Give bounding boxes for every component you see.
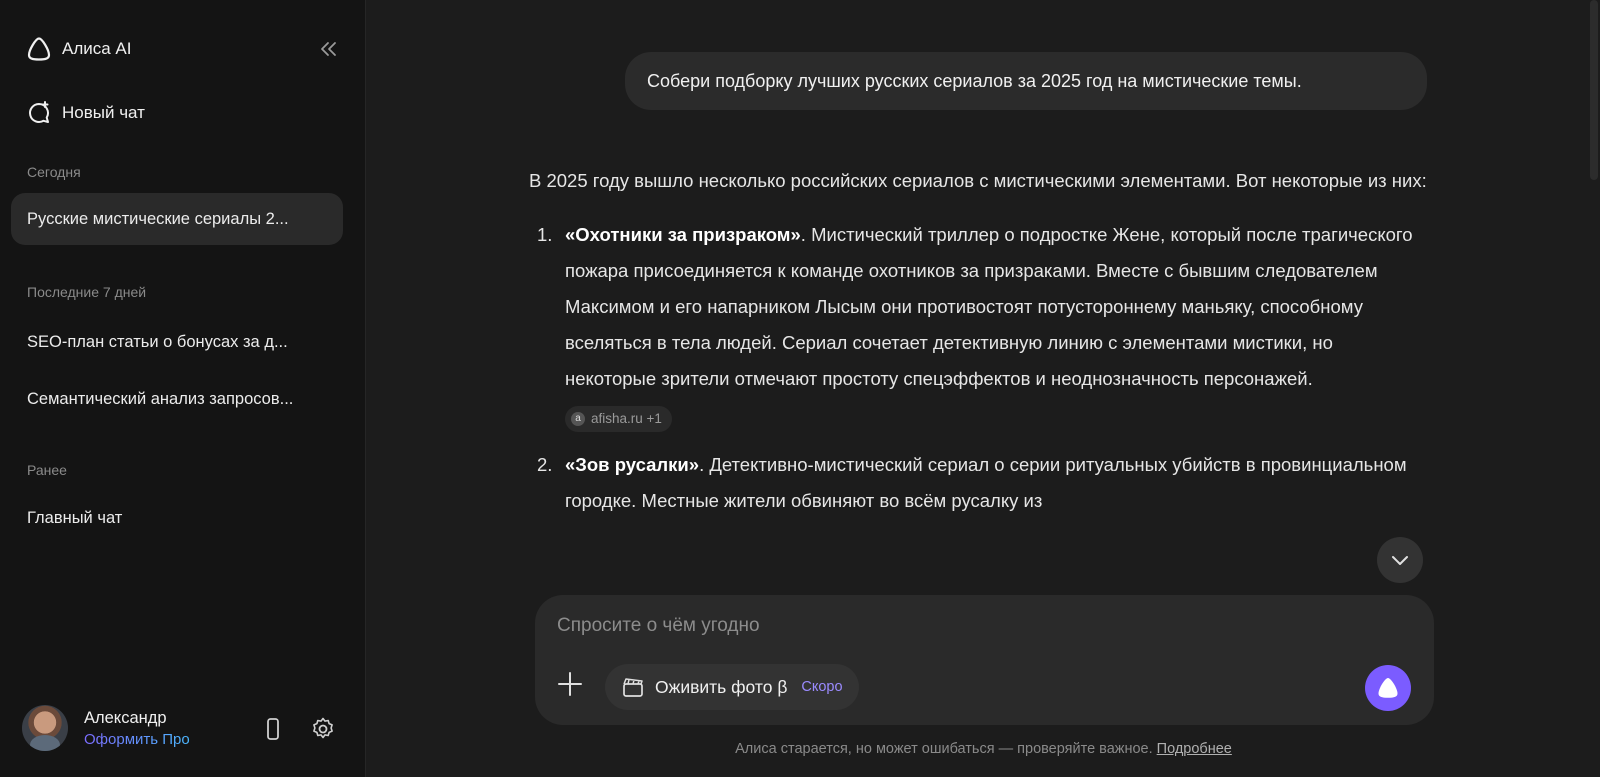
sidebar: Алиса AI Новый чат Сегодня Русские мисти… <box>0 0 366 777</box>
brand-name: Алиса AI <box>62 39 132 58</box>
chat-item-label: Русские мистические сериалы 2... <box>27 209 289 228</box>
list-item: 1. «Охотники за призраком». Мистический … <box>529 217 1429 433</box>
new-chat-icon <box>29 101 49 123</box>
avatar[interactable] <box>22 705 68 751</box>
source-chip[interactable]: a afisha.ru +1 <box>565 406 672 432</box>
disclaimer-text: Алиса старается, но может ошибаться — пр… <box>735 741 1153 757</box>
section-title-today: Сегодня <box>27 164 81 180</box>
assistant-answer: В 2025 году вышло несколько российских с… <box>529 163 1429 533</box>
disclaimer: Алиса старается, но может ошибаться — пр… <box>367 741 1600 757</box>
message-composer: Оживить фото β Скоро <box>535 595 1434 725</box>
answer-list: 1. «Охотники за призраком». Мистический … <box>529 217 1429 519</box>
scroll-down-button[interactable] <box>1377 537 1423 583</box>
user-message-text: Собери подборку лучших русских сериалов … <box>647 70 1302 91</box>
upgrade-pro-link[interactable]: Оформить Про <box>84 731 190 748</box>
clapperboard-icon <box>623 678 643 697</box>
alice-logo-icon <box>27 37 51 61</box>
scrollbar[interactable] <box>1590 0 1598 180</box>
attach-plus-icon[interactable] <box>555 669 585 699</box>
user-message: Собери подборку лучших русских сериалов … <box>625 52 1427 110</box>
section-title-earlier: Ранее <box>27 462 67 478</box>
chat-main: Собери подборку лучших русских сериалов … <box>367 0 1600 777</box>
more-info-link[interactable]: Подробнее <box>1157 741 1232 757</box>
chat-item[interactable]: Семантический анализ запросов... <box>11 373 343 425</box>
chat-item-label: SEO-план статьи о бонусах за д... <box>27 332 288 351</box>
list-item-title: «Охотники за призраком» <box>565 224 801 245</box>
settings-gear-icon[interactable] <box>310 716 336 742</box>
coming-soon-badge: Скоро <box>801 679 843 695</box>
list-item-number: 1. <box>537 224 553 245</box>
animate-photo-button[interactable]: Оживить фото β Скоро <box>605 664 859 710</box>
list-item-title: «Зов русалки» <box>565 454 700 475</box>
section-title-last-7-days: Последние 7 дней <box>27 284 147 300</box>
chat-item-active[interactable]: Русские мистические сериалы 2... <box>11 193 343 245</box>
chat-item[interactable]: Главный чат <box>11 492 343 544</box>
collapse-sidebar-icon[interactable] <box>318 38 340 60</box>
chat-item-label: Главный чат <box>27 508 123 527</box>
animate-photo-label: Оживить фото β <box>655 676 788 697</box>
chat-item-label: Семантический анализ запросов... <box>27 389 294 408</box>
message-input[interactable] <box>557 611 1317 641</box>
alice-send-icon <box>1378 678 1398 698</box>
send-button[interactable] <box>1365 665 1411 711</box>
user-profile[interactable]: Александр Оформить Про <box>22 705 190 751</box>
user-name: Александр <box>84 708 167 727</box>
mobile-app-icon[interactable] <box>260 716 286 742</box>
content-fade <box>517 552 1437 592</box>
list-item: 2. «Зов русалки». Детективно-мистический… <box>529 447 1429 519</box>
new-chat-label: Новый чат <box>62 103 145 122</box>
chevron-down-icon <box>1392 556 1408 565</box>
list-item-number: 2. <box>537 454 553 475</box>
new-chat-button[interactable]: Новый чат <box>26 100 145 126</box>
source-label: afisha.ru +1 <box>591 411 662 426</box>
source-icon: a <box>571 412 585 426</box>
list-item-text: . Мистический триллер о подростке Жене, … <box>565 224 1413 389</box>
answer-intro: В 2025 году вышло несколько российских с… <box>529 170 1427 191</box>
brand[interactable]: Алиса AI <box>26 36 132 62</box>
chat-item[interactable]: SEO-план статьи о бонусах за д... <box>11 316 343 368</box>
